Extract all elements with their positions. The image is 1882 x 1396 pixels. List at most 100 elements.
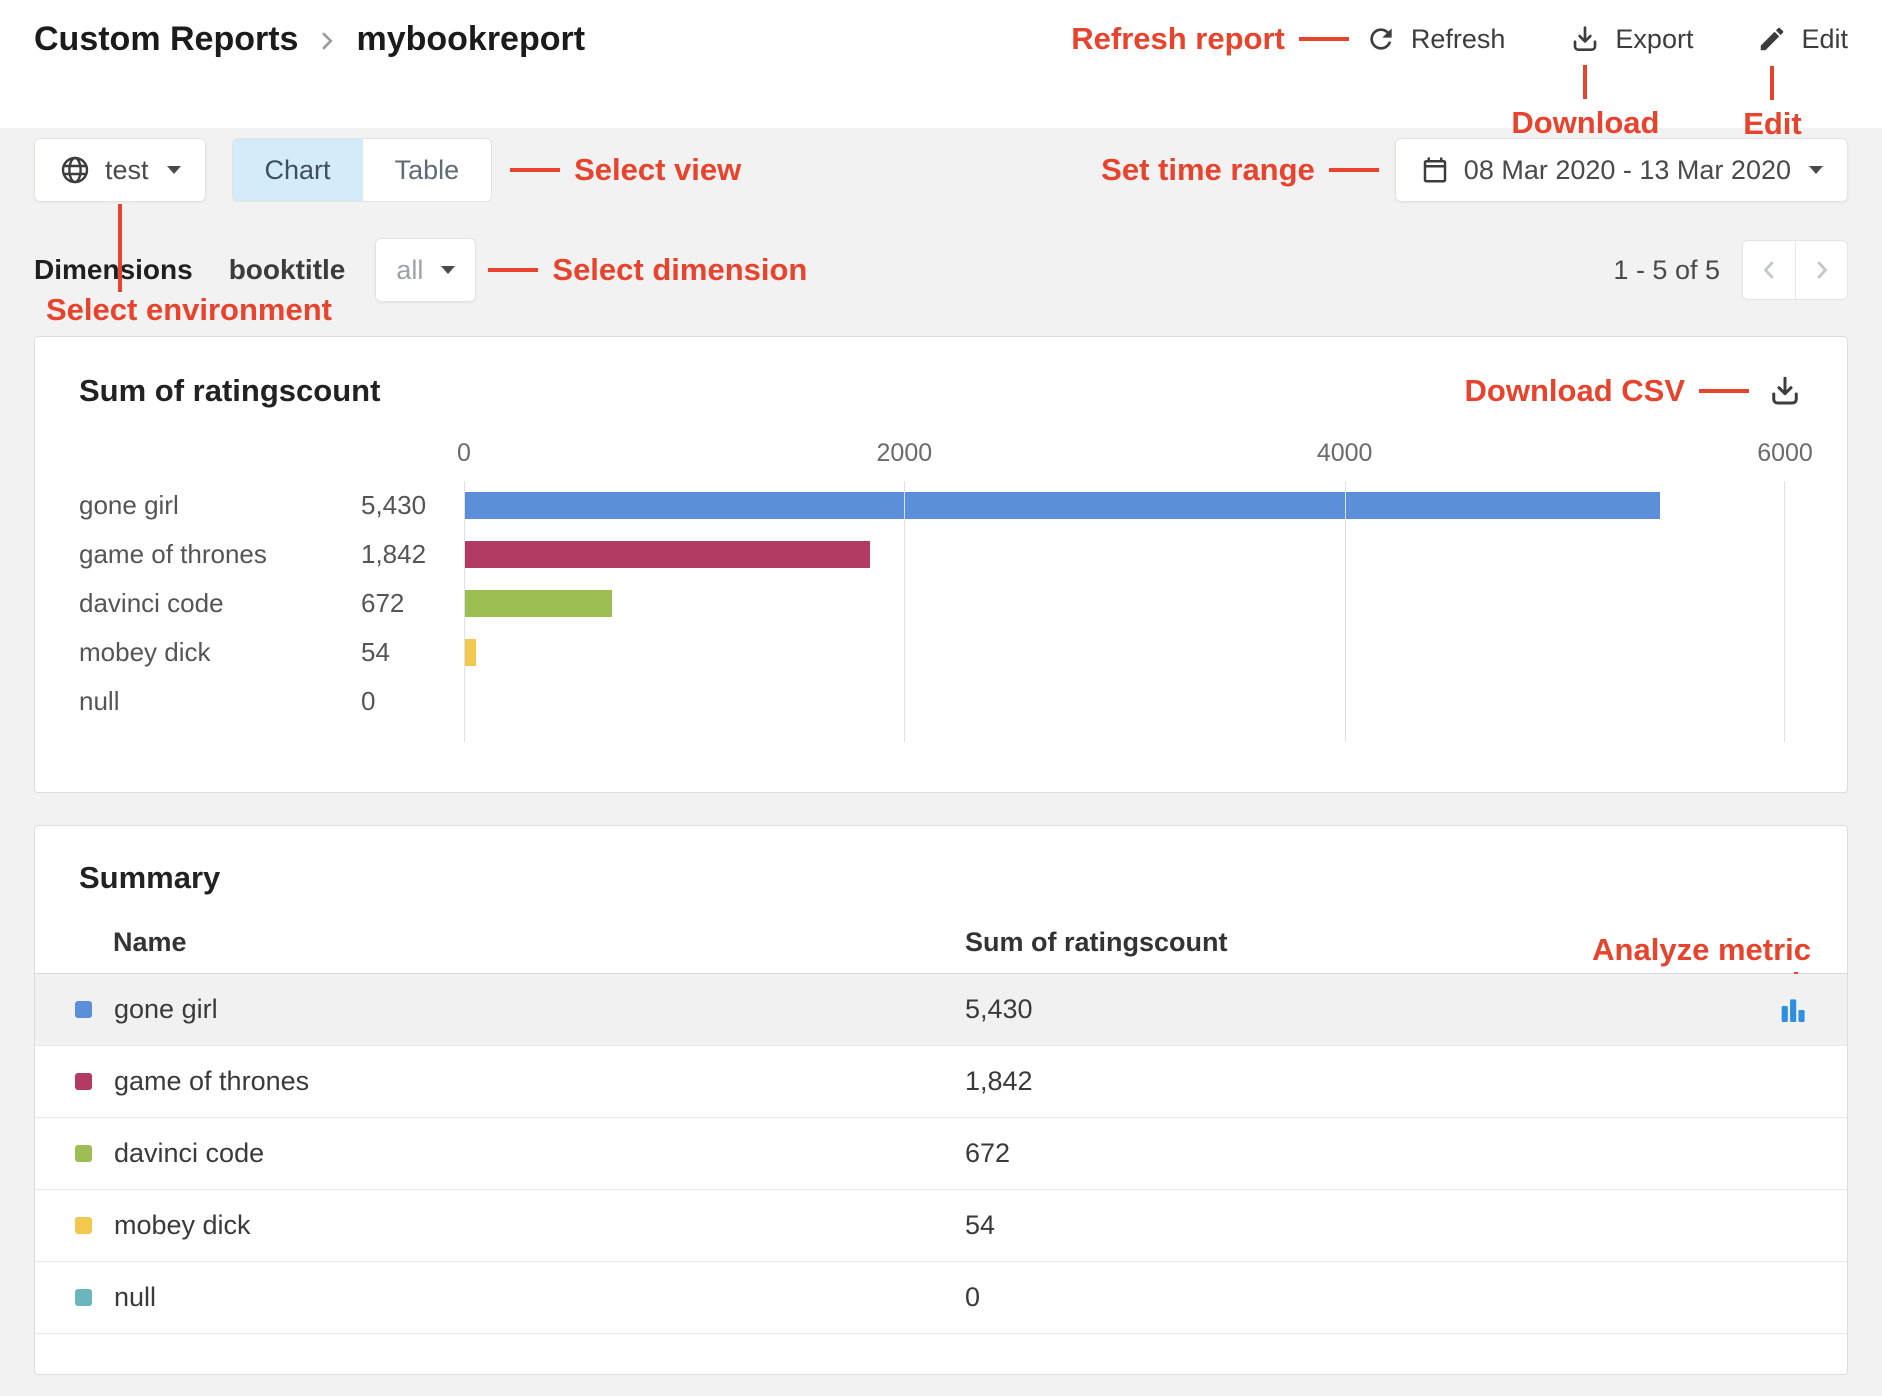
chart-bar bbox=[464, 492, 1660, 519]
series-color-swatch bbox=[75, 1145, 92, 1162]
chart-category-label: null bbox=[79, 686, 361, 717]
dimensions-label: Dimensions bbox=[34, 254, 193, 286]
annotation-line bbox=[1583, 65, 1587, 99]
annotation-select-environment-label: Select environment bbox=[46, 292, 332, 328]
edit-pencil-icon bbox=[1757, 24, 1787, 54]
tab-table[interactable]: Table bbox=[363, 139, 492, 201]
x-axis-tick: 2000 bbox=[877, 439, 933, 468]
environment-select[interactable]: test bbox=[34, 138, 206, 202]
chart-value-label: 1,842 bbox=[361, 539, 426, 570]
chart-category-label: gone girl bbox=[79, 490, 361, 521]
x-axis-tick: 0 bbox=[457, 439, 471, 468]
chart-title: Sum of ratingscount bbox=[79, 373, 380, 409]
annotation-select-view-label: Select view bbox=[574, 152, 741, 188]
annotation-line bbox=[488, 268, 538, 272]
annotation-select-dimension-label: Select dimension bbox=[552, 252, 807, 288]
chart-row-label: gone girl5,430 bbox=[79, 481, 464, 530]
header: Custom Reports mybookreport Refresh repo… bbox=[0, 0, 1882, 128]
globe-icon bbox=[59, 154, 91, 186]
row-name: null bbox=[114, 1282, 156, 1313]
date-range-picker[interactable]: 08 Mar 2020 - 13 Mar 2020 bbox=[1395, 138, 1848, 202]
export-button-label: Export bbox=[1615, 24, 1693, 55]
chart-row-label: mobey dick54 bbox=[79, 628, 464, 677]
download-icon bbox=[1569, 23, 1601, 55]
refresh-button-label: Refresh bbox=[1411, 24, 1506, 55]
annotation-set-time-range-label: Set time range bbox=[1101, 152, 1315, 188]
table-row[interactable]: game of thrones 1,842 bbox=[35, 1046, 1847, 1118]
chart-row-label: davinci code672 bbox=[79, 579, 464, 628]
annotation-line bbox=[510, 168, 560, 172]
summary-table-header: Name Sum of ratingscount bbox=[35, 912, 1847, 974]
chart-category-label: mobey dick bbox=[79, 637, 361, 668]
gridline bbox=[904, 481, 905, 742]
row-name: gone girl bbox=[114, 994, 218, 1025]
export-button[interactable]: Download Export bbox=[1569, 23, 1693, 55]
annotation-edit-label: Edit bbox=[1743, 106, 1802, 142]
chevron-down-icon bbox=[441, 266, 455, 274]
series-color-swatch bbox=[75, 1073, 92, 1090]
row-value: 0 bbox=[965, 1282, 980, 1313]
bar-chart: gone girl5,430 game of thrones1,842 davi… bbox=[79, 423, 1803, 742]
chevron-down-icon bbox=[1809, 166, 1823, 174]
chevron-left-icon bbox=[1755, 256, 1783, 284]
summary-card: Summary Analyze metric Name Sum of ratin… bbox=[34, 825, 1848, 1375]
chart-bar bbox=[464, 590, 612, 617]
refresh-button[interactable]: Refresh bbox=[1365, 23, 1506, 55]
table-row[interactable]: davinci code 672 bbox=[35, 1118, 1847, 1190]
chart-card: Sum of ratingscount Download CSV gone gi… bbox=[34, 336, 1848, 793]
column-header-value: Sum of ratingscount bbox=[965, 927, 1228, 958]
chart-category-label: davinci code bbox=[79, 588, 361, 619]
annotation-select-dimension: Select dimension bbox=[488, 252, 807, 288]
annotation-line bbox=[118, 204, 122, 292]
breadcrumb-chevron-icon bbox=[314, 28, 340, 54]
row-name: game of thrones bbox=[114, 1066, 309, 1097]
calendar-icon bbox=[1420, 155, 1450, 185]
dimension-name: booktitle bbox=[229, 254, 346, 286]
table-row[interactable]: mobey dick 54 bbox=[35, 1190, 1847, 1262]
refresh-icon bbox=[1365, 23, 1397, 55]
edit-button-label: Edit bbox=[1801, 24, 1848, 55]
analyze-metric-button[interactable] bbox=[1777, 994, 1809, 1026]
breadcrumb: Custom Reports mybookreport bbox=[34, 20, 585, 59]
dimension-value: all bbox=[396, 255, 423, 286]
column-header-name: Name bbox=[75, 927, 965, 958]
dimension-value-select[interactable]: all bbox=[375, 238, 476, 302]
gridline bbox=[1345, 481, 1346, 742]
edit-button[interactable]: Edit Edit bbox=[1757, 24, 1848, 55]
chart-row bbox=[464, 579, 1785, 628]
series-color-swatch bbox=[75, 1001, 92, 1018]
toolbar: test Chart Table Select view Set time ra… bbox=[0, 138, 1882, 202]
annotation-download-label: Download bbox=[1511, 105, 1659, 141]
download-csv-button[interactable] bbox=[1767, 373, 1803, 409]
annotation-line bbox=[1329, 168, 1379, 172]
chart-row bbox=[464, 677, 1785, 726]
chevron-right-icon bbox=[1808, 256, 1836, 284]
chart-bar bbox=[464, 541, 870, 568]
breadcrumb-custom-reports[interactable]: Custom Reports bbox=[34, 20, 298, 59]
pagination-next-button[interactable] bbox=[1795, 241, 1847, 299]
series-color-swatch bbox=[75, 1289, 92, 1306]
gridline bbox=[1784, 481, 1785, 742]
table-row[interactable]: null 0 bbox=[35, 1262, 1847, 1334]
chart-value-label: 5,430 bbox=[361, 490, 426, 521]
pagination-prev-button[interactable] bbox=[1743, 241, 1795, 299]
row-name: mobey dick bbox=[114, 1210, 251, 1241]
view-toggle: Chart Table bbox=[232, 138, 493, 202]
date-range-value: 08 Mar 2020 - 13 Mar 2020 bbox=[1464, 155, 1791, 186]
chart-row-label: null0 bbox=[79, 677, 464, 726]
chart-bar bbox=[464, 639, 476, 666]
chart-row bbox=[464, 628, 1785, 677]
row-name: davinci code bbox=[114, 1138, 264, 1169]
annotation-analyze-metric-label: Analyze metric bbox=[1592, 932, 1811, 968]
table-row[interactable]: gone girl 5,430 bbox=[35, 974, 1847, 1046]
annotation-line bbox=[1299, 37, 1349, 41]
tab-chart[interactable]: Chart bbox=[233, 139, 363, 201]
row-value: 54 bbox=[965, 1210, 995, 1241]
download-icon bbox=[1767, 373, 1803, 409]
chart-plot-area: 0 2000 4000 6000 bbox=[464, 423, 1785, 742]
annotation-select-view: Select view bbox=[510, 152, 741, 188]
chart-category-label: game of thrones bbox=[79, 539, 361, 570]
annotation-set-time-range: Set time range bbox=[1101, 152, 1379, 188]
annotation-download-csv-label: Download CSV bbox=[1465, 373, 1685, 409]
annotation-download-csv: Download CSV bbox=[1465, 373, 1749, 409]
